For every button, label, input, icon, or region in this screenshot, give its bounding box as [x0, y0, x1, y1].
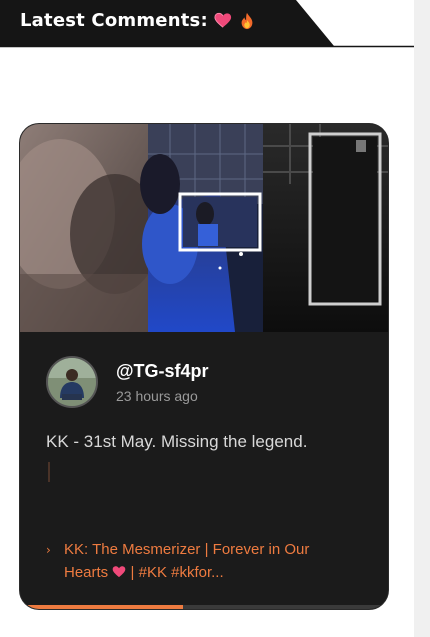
- heart-emoji-icon: [113, 566, 126, 578]
- video-title-line2b: | #KK #kkfor...: [130, 564, 224, 581]
- video-thumbnail-image[interactable]: [20, 124, 389, 332]
- comment-card[interactable]: @TG-sf4pr 23 hours ago KK - 31st May. Mi…: [19, 123, 389, 610]
- page: Latest Comments: @TG-sf4pr 23 hours ago …: [0, 0, 430, 637]
- video-title-line1: KK: The Mesmerizer | Forever in Our: [64, 541, 310, 558]
- fire-emoji-icon: [241, 12, 253, 29]
- video-title-line2a: Hearts: [64, 564, 109, 581]
- header-title: Latest Comments:: [20, 10, 208, 31]
- video-title[interactable]: KK: The Mesmerizer | Forever in Our Hear…: [64, 538, 309, 584]
- comment-author-row: @TG-sf4pr 23 hours ago: [46, 356, 209, 408]
- video-progress-fill: [20, 605, 183, 609]
- comment-timestamp: 23 hours ago: [116, 387, 198, 404]
- comment-divider: [48, 462, 50, 482]
- author-name[interactable]: @TG-sf4pr: [116, 361, 209, 382]
- video-title-link[interactable]: › KK: The Mesmerizer | Forever in Our He…: [46, 538, 366, 584]
- author-meta: @TG-sf4pr 23 hours ago: [116, 361, 209, 404]
- scrollbar[interactable]: [414, 0, 430, 637]
- author-avatar[interactable]: [46, 356, 98, 408]
- comment-text: KK - 31st May. Missing the legend.: [46, 432, 308, 451]
- chevron-right-icon: ›: [46, 543, 51, 557]
- video-progress-bar[interactable]: [20, 605, 388, 609]
- avatar-image: [48, 358, 96, 406]
- header-title-row: Latest Comments:: [20, 10, 256, 31]
- heart-emoji-icon: [214, 12, 231, 28]
- latest-comments-header: Latest Comments:: [0, 0, 414, 48]
